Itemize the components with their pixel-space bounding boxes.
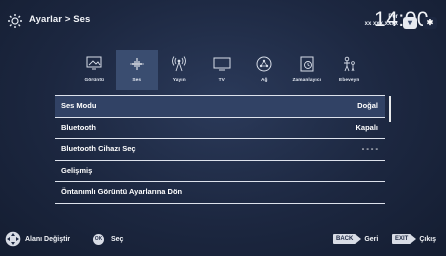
exit-badge: EXIT: [392, 234, 412, 245]
setting-label: Bluetooth Cihazı Seç: [61, 144, 136, 153]
tab-label: Ebeveyn: [339, 78, 360, 83]
sound-icon: [129, 58, 144, 70]
setting-value: - - - -: [361, 144, 378, 153]
tab-sound[interactable]: Ses: [115, 50, 158, 90]
select-label: Seç: [110, 236, 124, 243]
chevron-down-icon: ▾: [403, 17, 417, 29]
tab-label: Yayın: [172, 78, 186, 83]
setting-bluetooth[interactable]: Bluetooth Kapalı: [55, 118, 385, 139]
setting-label: Bluetooth: [61, 122, 96, 132]
tab-timer[interactable]: Zamanlayıcı: [286, 50, 329, 90]
clock: 14:00: [374, 8, 430, 31]
back-button[interactable]: BACK Geri: [333, 230, 378, 250]
tab-broadcast[interactable]: Yayın: [158, 50, 201, 90]
tv-icon: [213, 57, 231, 71]
broadcast-icon: [172, 56, 187, 72]
setting-sound-mode[interactable]: Ses Modu Doğal: [55, 96, 385, 118]
tab-tv[interactable]: TV: [201, 50, 244, 90]
network-icon: [256, 56, 272, 72]
footer-bar: Alanı Değiştir OK Seç BACK Geri EXIT Çıkış: [0, 230, 446, 250]
arrow-icon: [356, 235, 362, 244]
navigate-label: Alanı Değiştir: [25, 236, 71, 243]
tab-label: Zamanlayıcı: [292, 78, 322, 83]
back-badge: BACK: [333, 234, 357, 245]
setting-value: Kapalı: [355, 122, 378, 132]
setting-label: Öntanımlı Görüntü Ayarlarına Dön: [61, 187, 183, 196]
setting-label: Ses Modu: [61, 101, 97, 110]
select-hint: OK Seç: [93, 230, 123, 250]
tab-label: Görüntü: [84, 78, 105, 83]
tab-label: Ağ: [260, 78, 268, 83]
scrollbar[interactable]: [389, 96, 391, 122]
bluetooth-icon: ✱: [423, 17, 437, 29]
setting-label: Gelişmiş: [61, 165, 93, 175]
tab-parental[interactable]: Ebeveyn: [328, 50, 371, 90]
dpad-icon: [5, 231, 21, 247]
category-tabs: Görüntü Ses Yayın TV Ağ Zamanlayıcı Ebev…: [73, 50, 373, 90]
tab-picture[interactable]: Görüntü: [73, 50, 116, 90]
setting-bluetooth-device[interactable]: Bluetooth Cihazı Seç - - - -: [55, 139, 385, 161]
back-label: Geri: [364, 236, 379, 243]
ok-badge: OK: [93, 233, 104, 245]
parental-icon: [344, 56, 356, 72]
tv-settings-screen: Ayarlar > Ses Per xx xxx xxxx 14:00 ▾ ✱ …: [0, 0, 446, 256]
exit-label: Çıkış: [419, 236, 437, 243]
tab-label: Ses: [132, 78, 142, 83]
picture-icon: [86, 56, 102, 70]
tab-label: TV: [218, 78, 225, 83]
settings-list: Ses Modu Doğal Bluetooth Kapalı Bluetoot…: [55, 96, 385, 204]
gear-icon: [8, 14, 22, 28]
setting-reset-defaults[interactable]: Öntanımlı Görüntü Ayarlarına Dön: [55, 182, 385, 204]
exit-button[interactable]: EXIT Çıkış: [392, 230, 436, 250]
setting-value: Doğal: [357, 101, 378, 110]
tab-network[interactable]: Ağ: [243, 50, 286, 90]
breadcrumb: Ayarlar > Ses: [29, 14, 91, 25]
navigate-hint: Alanı Değiştir: [5, 230, 70, 250]
setting-advanced[interactable]: Gelişmiş: [55, 161, 385, 182]
timer-icon: [300, 56, 314, 72]
arrow-icon: [411, 235, 417, 244]
